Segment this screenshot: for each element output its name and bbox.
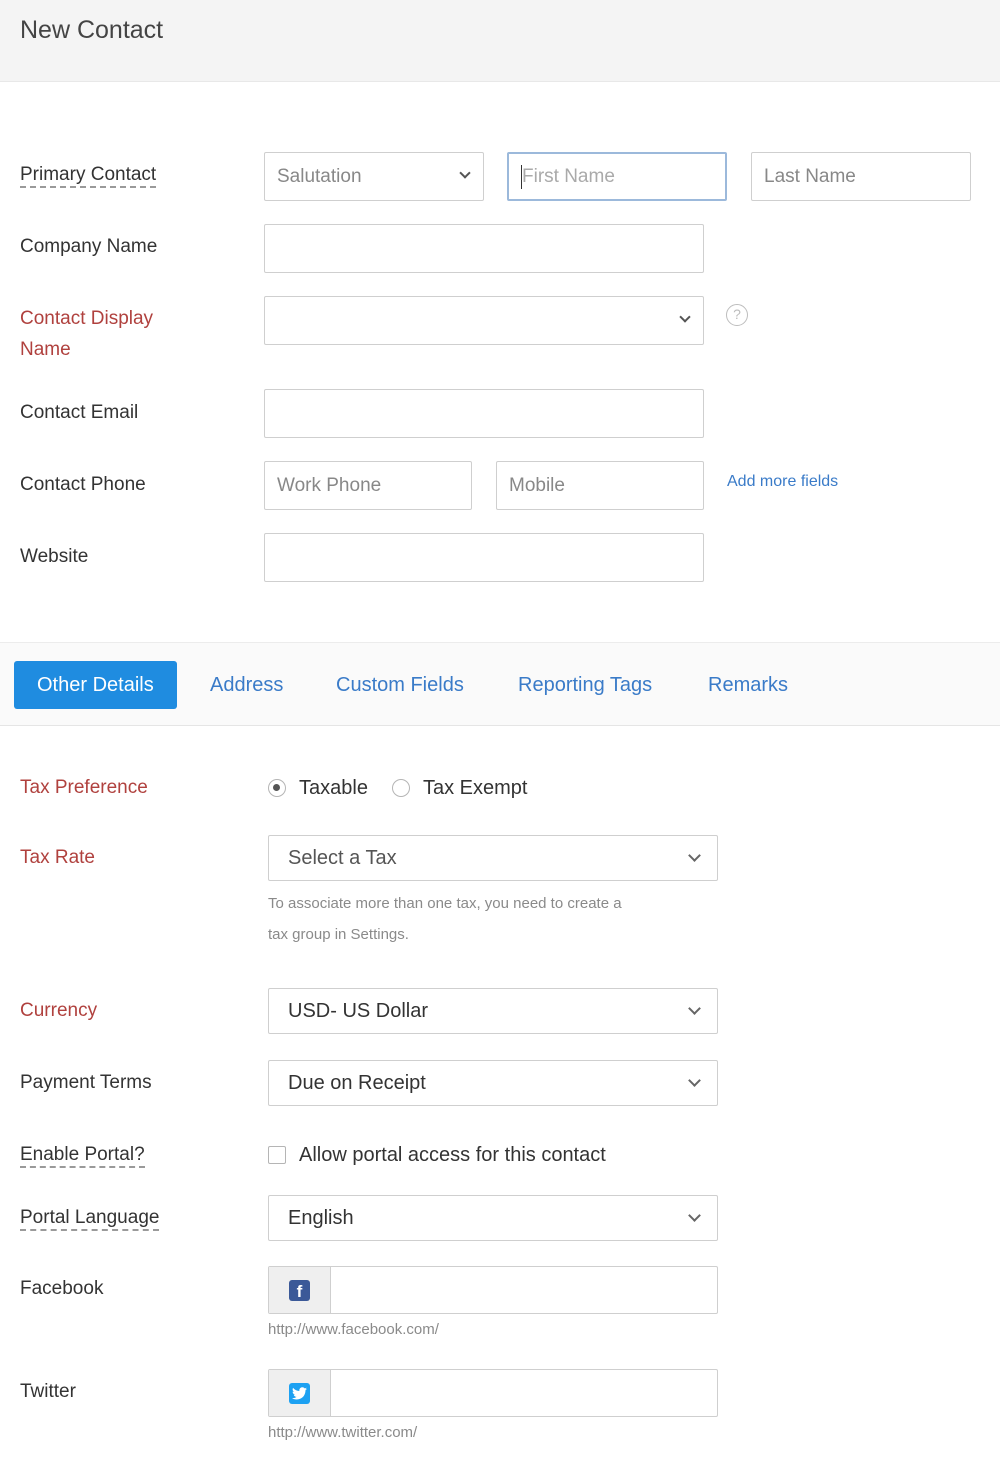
page-title: New Contact: [20, 16, 164, 44]
page-header: New Contact: [0, 0, 1000, 82]
chevron-down-icon: [679, 311, 691, 323]
details-tab-bar: Other Details Address Custom Fields Repo…: [0, 642, 1000, 726]
tab-remarks[interactable]: Remarks: [708, 661, 788, 709]
tab-custom-fields[interactable]: Custom Fields: [336, 661, 464, 709]
contact-email-label: Contact Email: [20, 402, 139, 423]
portal-access-label: Allow portal access for this contact: [299, 1144, 606, 1166]
portal-language-label: Portal Language: [20, 1202, 160, 1233]
first-name-input[interactable]: First Name: [507, 152, 727, 201]
text-caret: [521, 165, 522, 189]
contact-phone-label: Contact Phone: [20, 474, 146, 495]
portal-access-checkbox[interactable]: [268, 1146, 286, 1164]
tab-other-details[interactable]: Other Details: [14, 661, 177, 709]
twitter-url-hint: http://www.twitter.com/: [268, 1424, 418, 1441]
twitter-input-group[interactable]: [268, 1369, 718, 1417]
display-name-select[interactable]: [264, 296, 704, 345]
chevron-down-icon: [688, 849, 701, 862]
tax-rate-select[interactable]: Select a Tax: [268, 835, 718, 881]
mobile-input[interactable]: Mobile: [496, 461, 704, 510]
tax-rate-hint: To associate more than one tax, you need…: [268, 895, 622, 943]
chevron-down-icon: [459, 167, 471, 179]
chevron-down-icon: [688, 1074, 701, 1087]
facebook-url-hint: http://www.facebook.com/: [268, 1321, 439, 1338]
help-icon[interactable]: ?: [726, 304, 748, 326]
last-name-input[interactable]: Last Name: [751, 152, 971, 201]
portal-language-select[interactable]: English: [268, 1195, 718, 1241]
twitter-label: Twitter: [20, 1381, 76, 1402]
contact-email-input[interactable]: [264, 389, 704, 438]
company-name-label: Company Name: [20, 236, 158, 257]
facebook-icon: f: [289, 1280, 310, 1301]
facebook-label: Facebook: [20, 1278, 104, 1299]
chevron-down-icon: [688, 1209, 701, 1222]
company-name-input[interactable]: [264, 224, 704, 273]
display-name-label: Contact Display Name: [20, 308, 154, 360]
facebook-addon: f: [269, 1267, 331, 1313]
twitter-addon: [269, 1370, 331, 1416]
website-input[interactable]: [264, 533, 704, 582]
twitter-icon: [289, 1383, 310, 1404]
currency-select[interactable]: USD- US Dollar: [268, 988, 718, 1034]
tax-exempt-option-label: Tax Exempt: [423, 777, 528, 799]
enable-portal-label: Enable Portal?: [20, 1139, 145, 1170]
payment-terms-select[interactable]: Due on Receipt: [268, 1060, 718, 1106]
tax-rate-label: Tax Rate: [20, 847, 95, 868]
taxable-option-label: Taxable: [299, 777, 368, 799]
salutation-select[interactable]: Salutation: [264, 152, 484, 201]
tax-exempt-radio[interactable]: [392, 779, 410, 797]
chevron-down-icon: [688, 1002, 701, 1015]
taxable-radio[interactable]: [268, 779, 286, 797]
tax-preference-label: Tax Preference: [20, 777, 148, 798]
tab-address[interactable]: Address: [210, 661, 283, 709]
website-label: Website: [20, 546, 89, 567]
currency-label: Currency: [20, 1000, 98, 1021]
tab-reporting-tags[interactable]: Reporting Tags: [518, 661, 652, 709]
primary-contact-label: Primary Contact: [20, 159, 157, 190]
facebook-input-group[interactable]: f: [268, 1266, 718, 1314]
payment-terms-label: Payment Terms: [20, 1072, 152, 1093]
work-phone-input[interactable]: Work Phone: [264, 461, 472, 510]
add-more-fields-link[interactable]: Add more fields: [727, 473, 838, 491]
